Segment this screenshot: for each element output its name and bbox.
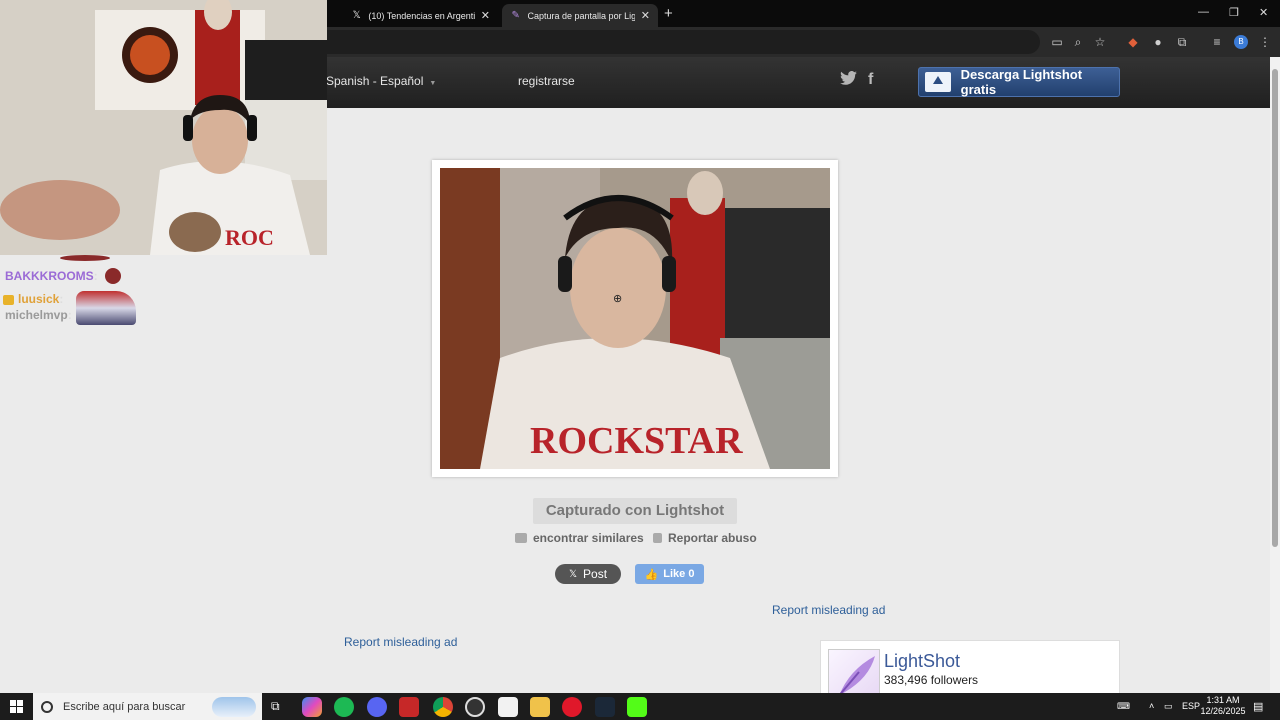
chat-suffix: : xyxy=(93,269,98,283)
search-placeholder: Escribe aquí para buscar xyxy=(63,700,186,713)
download-lightshot-button[interactable]: Descarga Lightshot gratis xyxy=(918,67,1120,97)
task-view-icon[interactable]: ⧉ xyxy=(271,699,280,714)
fb-page-name[interactable]: LightShot xyxy=(884,651,960,672)
report-misleading-ad-link[interactable]: Report misleading ad xyxy=(344,635,457,649)
close-window-icon[interactable]: ✕ xyxy=(1259,6,1268,19)
steam-icon[interactable] xyxy=(595,697,615,717)
screenshot-image[interactable]: ROCKSTAR ⊕ xyxy=(440,168,830,469)
thumbs-up-icon: 👍 xyxy=(644,568,659,581)
chrome-icon[interactable] xyxy=(433,697,453,717)
webcam-overlay: ROC xyxy=(0,0,327,255)
chat-username: michelmvp xyxy=(5,308,68,322)
obs-icon[interactable] xyxy=(465,697,485,717)
language-label: Spanish - Español xyxy=(326,74,424,88)
captured-with-lightshot-label: Capturado con Lightshot xyxy=(533,498,737,524)
close-tab-icon[interactable]: ✕ xyxy=(635,9,650,22)
stream-chat-overlay: BAKKKROOMS: luusick: michelmvp: xyxy=(0,255,150,330)
post-label: Post xyxy=(583,567,608,581)
taskbar-search-input[interactable]: Escribe aquí para buscar xyxy=(33,693,262,720)
language-selector[interactable]: Spanish - Español ▼ xyxy=(326,74,436,88)
restore-icon[interactable]: ❐ xyxy=(1229,6,1239,19)
profile-avatar[interactable]: B xyxy=(1234,35,1248,49)
screenshot-frame: ROCKSTAR ⊕ xyxy=(432,160,838,477)
chat-username: luusick xyxy=(18,292,60,306)
find-similar-label: encontrar similares xyxy=(533,531,644,545)
menu-kebab-icon[interactable]: ⋮ xyxy=(1258,35,1272,49)
extension-icon[interactable]: ● xyxy=(1151,35,1165,49)
tab-title: (10) Tendencias en Argentina e xyxy=(368,10,474,21)
file-explorer-icon[interactable] xyxy=(530,697,550,717)
lightshot-feather-icon: ✎ xyxy=(511,10,520,21)
video-app-icon[interactable] xyxy=(399,697,419,717)
fb-followers-count: 383,496 followers xyxy=(884,673,979,687)
like-label: Like 0 xyxy=(663,568,695,580)
twitter-icon[interactable] xyxy=(840,71,857,90)
facebook-icon[interactable]: f xyxy=(868,71,873,89)
windows-taskbar: Escribe aquí para buscar ⧉ ⌨ ˄ ▭ ESP 1:3… xyxy=(0,693,1280,720)
chat-line: BAKKKROOMS: xyxy=(5,269,98,283)
chat-suffix: : xyxy=(59,292,64,306)
download-label: Descarga Lightshot gratis xyxy=(960,67,1083,97)
notifications-icon[interactable]: ▤ xyxy=(1253,700,1263,713)
facebook-like-button[interactable]: 👍 Like 0 xyxy=(635,564,704,584)
extensions-puzzle-icon[interactable]: ⧉ xyxy=(1175,35,1189,49)
spotify-icon[interactable] xyxy=(334,697,354,717)
post-on-x-button[interactable]: 𝕏 Post xyxy=(555,564,621,584)
flag-icon xyxy=(653,533,662,543)
chat-suffix: : xyxy=(67,308,72,322)
find-similar-link[interactable]: encontrar similares xyxy=(515,531,644,545)
zoom-cursor-icon: ⊕ xyxy=(613,293,623,305)
close-tab-icon[interactable]: ✕ xyxy=(475,9,490,22)
bookmark-star-icon[interactable]: ☆ xyxy=(1093,35,1107,49)
language-indicator[interactable]: ESP xyxy=(1182,701,1200,711)
zoom-icon[interactable]: ⌕ xyxy=(1071,35,1085,49)
report-misleading-ad-link[interactable]: Report misleading ad xyxy=(772,603,885,617)
discord-icon[interactable] xyxy=(367,697,387,717)
opera-icon[interactable] xyxy=(562,697,582,717)
tab-lightshot[interactable]: ✎ Captura de pantalla por Lightsh ✕ xyxy=(502,4,658,27)
tab-title: Captura de pantalla por Lightsh xyxy=(527,10,635,21)
minimize-icon[interactable]: — xyxy=(1198,6,1209,18)
chevron-up-icon[interactable]: ˄ xyxy=(1149,701,1154,711)
emote-icon xyxy=(60,255,110,261)
clock-time: 1:31 AM xyxy=(1206,695,1240,705)
emote-image xyxy=(76,291,136,325)
search-icon xyxy=(41,700,53,713)
report-abuse-link[interactable]: Reportar abuso xyxy=(653,531,757,545)
camera-icon xyxy=(515,533,527,543)
chat-line: michelmvp: xyxy=(5,308,72,322)
taskbar-clock[interactable]: 1:31 AM 12/26/2025 xyxy=(1200,695,1246,717)
chat-line: luusick: xyxy=(3,292,63,306)
webcam-shirt-text: ROC xyxy=(225,225,274,250)
search-highlight-image xyxy=(212,696,256,717)
install-app-icon[interactable]: ▭ xyxy=(1050,35,1064,49)
address-bar[interactable] xyxy=(280,30,1040,54)
report-abuse-label: Reportar abuso xyxy=(668,531,757,545)
emote-icon xyxy=(105,268,121,284)
facebook-page-card: LightShot 383,496 followers xyxy=(820,640,1120,701)
scrollbar-thumb[interactable] xyxy=(1272,69,1278,547)
media-control-icon[interactable]: ≡ xyxy=(1210,35,1224,49)
screenshot-shirt-text: ROCKSTAR xyxy=(530,420,743,462)
chevron-down-icon: ▼ xyxy=(429,80,437,87)
copilot-icon[interactable] xyxy=(302,697,322,717)
extension-fox-icon[interactable]: ◆ xyxy=(1126,35,1140,49)
register-link[interactable]: registrarse xyxy=(518,74,575,88)
clock-date: 12/26/2025 xyxy=(1200,706,1246,716)
windows-start-icon[interactable] xyxy=(10,700,23,713)
new-tab-button[interactable]: + xyxy=(664,5,673,22)
app-icon[interactable] xyxy=(498,697,518,717)
page-scrollbar[interactable] xyxy=(1270,57,1280,693)
kick-icon[interactable] xyxy=(627,697,647,717)
sub-badge-icon xyxy=(3,294,14,305)
keyboard-icon[interactable]: ⌨ xyxy=(1117,701,1130,712)
network-icon[interactable]: ▭ xyxy=(1164,701,1173,712)
chat-username: BAKKKROOMS xyxy=(5,269,94,283)
download-icon xyxy=(925,72,951,92)
tab-tendencias[interactable]: 𝕏 (10) Tendencias en Argentina e ✕ xyxy=(343,4,498,27)
x-logo-icon: 𝕏 xyxy=(568,568,578,580)
x-logo-icon: 𝕏 xyxy=(352,10,361,21)
